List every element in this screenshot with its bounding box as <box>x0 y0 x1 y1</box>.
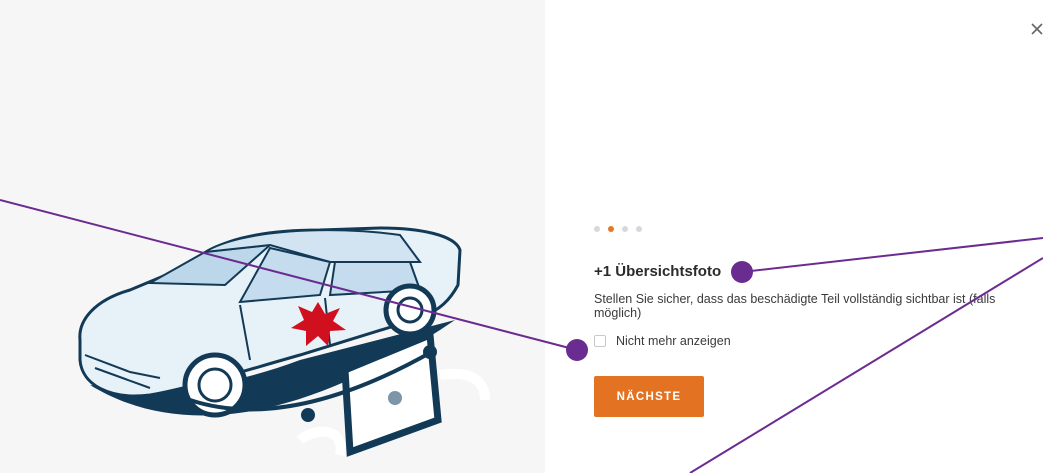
close-icon[interactable] <box>1028 16 1043 44</box>
slide-description: Stellen Sie sicher, dass das beschädigte… <box>594 292 996 320</box>
annotation-marker <box>566 339 588 361</box>
annotation-line <box>689 257 1043 473</box>
dont-show-again-label: Nicht mehr anzeigen <box>616 334 731 348</box>
car-photo-guide-illustration <box>78 226 490 457</box>
pager-dot[interactable] <box>622 226 628 232</box>
close-button[interactable] <box>1028 16 1043 44</box>
pager-dot[interactable] <box>594 226 600 232</box>
slide-title: +1 Übersichtsfoto <box>594 263 722 280</box>
car-rear-wheel <box>383 283 437 337</box>
annotation-line <box>741 237 1043 273</box>
next-button[interactable]: NÄCHSTE <box>594 376 704 417</box>
illustration-panel <box>0 0 545 473</box>
pager-dot[interactable] <box>636 226 642 232</box>
annotation-marker <box>731 261 753 283</box>
dont-show-again-option[interactable]: Nicht mehr anzeigen <box>594 334 731 348</box>
pager-dot[interactable] <box>608 226 614 232</box>
dont-show-again-checkbox[interactable] <box>594 335 606 347</box>
slide-pager <box>594 226 650 232</box>
